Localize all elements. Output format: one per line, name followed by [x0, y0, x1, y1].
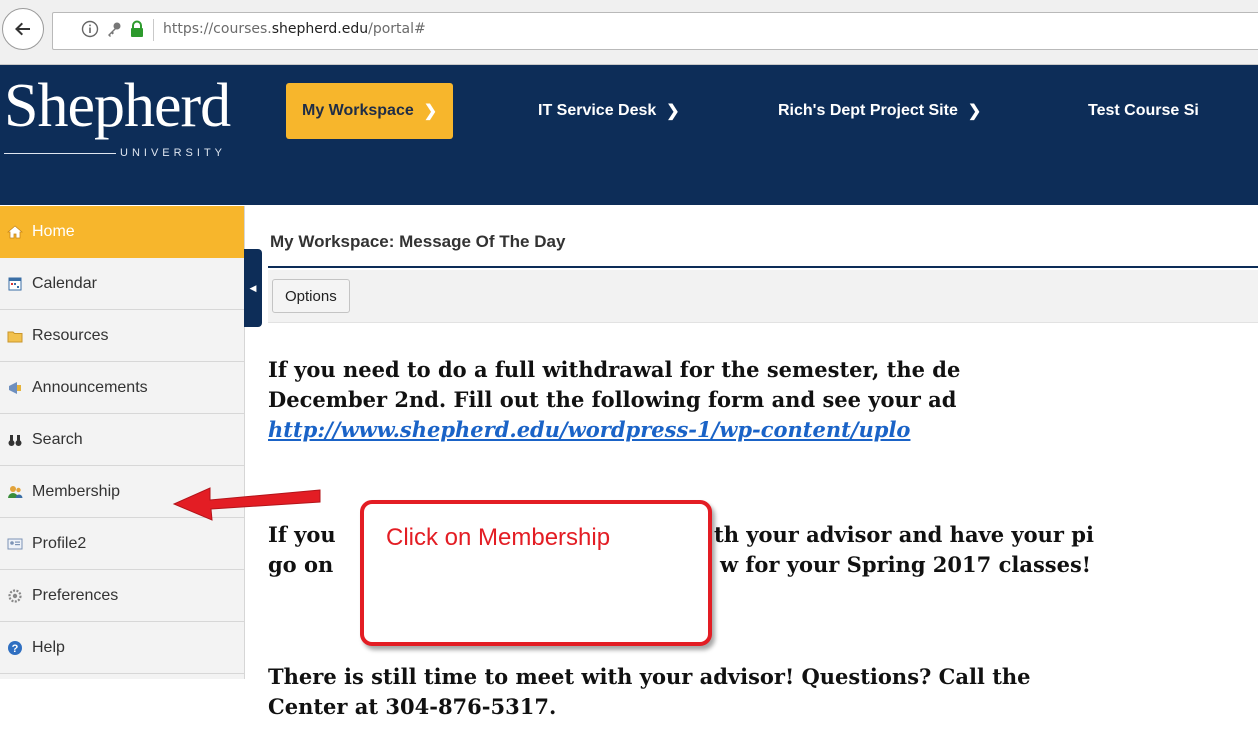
message-line: There is still time to meet with your ad…: [268, 664, 1031, 689]
address-bar[interactable]: https://courses.shepherd.edu/portal#: [52, 12, 1258, 50]
info-icon[interactable]: [81, 20, 99, 38]
folder-icon: [6, 327, 24, 345]
university-logo[interactable]: Shepherd UNIVERSITY: [4, 72, 231, 159]
nav-item-label: Membership: [32, 482, 121, 500]
site-tab-label: Test Course Si: [1088, 102, 1199, 119]
tool-menu: Home Calendar Resources Announcements Se…: [0, 206, 245, 679]
message-line: December 2nd. Fill out the following for…: [268, 387, 957, 412]
gear-icon: [6, 587, 24, 605]
lock-icon[interactable]: [129, 20, 145, 38]
nav-item-help[interactable]: ? Help: [0, 622, 244, 674]
message-line: If you need to do a full withdrawal for …: [268, 357, 961, 382]
url-suffix: /portal#: [368, 21, 426, 37]
back-button[interactable]: [2, 8, 44, 50]
nav-item-calendar[interactable]: Calendar: [0, 258, 244, 310]
site-tab-my-workspace[interactable]: My Workspace ❯: [286, 83, 454, 139]
nav-item-label: Calendar: [32, 274, 97, 292]
nav-item-resources[interactable]: Resources: [0, 310, 244, 362]
back-arrow-icon: [15, 22, 30, 36]
collapse-arrow-icon: ◀: [249, 282, 257, 293]
annotation-text: Click on Membership: [386, 524, 611, 551]
options-button[interactable]: Options: [272, 279, 350, 313]
svg-text:?: ?: [12, 643, 19, 655]
nav-item-label: Announcements: [32, 378, 148, 396]
calendar-icon: [6, 275, 24, 293]
logo-rule: [4, 153, 116, 154]
message-line: go on: [268, 552, 334, 577]
annotation-callout: Click on Membership: [360, 500, 712, 646]
chevron-down-icon: ❯: [423, 103, 438, 120]
site-tab-richs-dept-project-site[interactable]: Rich's Dept Project Site ❯: [778, 83, 981, 139]
people-icon: [6, 483, 24, 501]
url-prefix: https://courses.: [163, 21, 272, 37]
binoculars-icon: [6, 431, 24, 449]
chevron-down-icon: ❯: [967, 103, 982, 120]
nav-item-label: Home: [32, 222, 75, 240]
message-link-line: http://www.shepherd.edu/wordpress-1/wp-c…: [268, 415, 910, 445]
nav-item-label: Preferences: [32, 586, 119, 604]
help-icon: ?: [6, 639, 24, 657]
nav-item-preferences[interactable]: Preferences: [0, 570, 244, 622]
nav-item-label: Profile2: [32, 534, 87, 552]
tool-toolbar: Options: [268, 270, 1258, 323]
url-domain: shepherd.edu: [271, 21, 369, 37]
site-tab-test-course-site[interactable]: Test Course Si: [1088, 83, 1199, 139]
site-tab-label: IT Service Desk: [538, 102, 657, 119]
collapse-menu-button[interactable]: ◀: [244, 249, 262, 327]
message-line: th your advisor and have your pi: [714, 522, 1094, 547]
megaphone-icon: [6, 379, 24, 397]
tool-title: My Workspace: Message Of The Day: [270, 232, 566, 251]
main-content: My Workspace: Message Of The Day Options…: [262, 206, 1258, 750]
nav-item-announcements[interactable]: Announcements: [0, 362, 244, 414]
nav-item-home[interactable]: Home: [0, 206, 244, 258]
nav-item-label: Resources: [32, 326, 109, 344]
chevron-down-icon: ❯: [666, 103, 680, 120]
site-tab-label: My Workspace: [302, 102, 414, 119]
key-icon[interactable]: [105, 20, 123, 38]
profile-card-icon: [6, 535, 24, 553]
nav-item-label: Help: [32, 638, 65, 656]
site-tab-it-service-desk[interactable]: IT Service Desk ❯: [538, 83, 680, 139]
logo-subtitle: UNIVERSITY: [120, 147, 227, 159]
site-tab-label: Rich's Dept Project Site: [778, 102, 958, 119]
message-line: Center at 304-876-5317.: [268, 694, 557, 719]
url-text[interactable]: https://courses.shepherd.edu/portal#: [163, 21, 426, 37]
site-header: Shepherd UNIVERSITY My Workspace ❯ IT Se…: [0, 65, 1258, 205]
nav-item-search[interactable]: Search: [0, 414, 244, 466]
logo-wordmark: Shepherd: [4, 72, 231, 140]
browser-toolbar: https://courses.shepherd.edu/portal#: [0, 0, 1258, 65]
message-line: w for your Spring 2017 classes!: [720, 552, 1091, 577]
nav-item-label: Search: [32, 430, 83, 448]
withdrawal-form-link[interactable]: http://www.shepherd.edu/wordpress-1/wp-c…: [268, 417, 910, 442]
home-icon: [6, 223, 24, 241]
title-divider: [268, 266, 1258, 268]
annotation-arrow: [172, 487, 321, 521]
